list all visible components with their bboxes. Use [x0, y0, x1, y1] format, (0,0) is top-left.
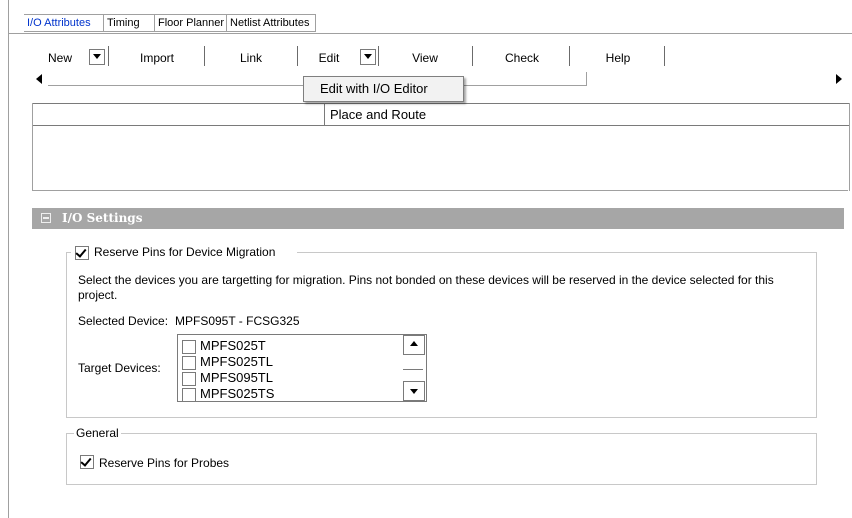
toolbar-separator: [664, 46, 665, 66]
edit-dropdown-menu: Edit with I/O Editor: [303, 76, 464, 102]
link-button[interactable]: Link: [208, 50, 294, 66]
reserve-probes-label: Reserve Pins for Probes: [99, 456, 230, 470]
io-settings-title: I/O Settings: [62, 211, 143, 225]
target-device-name: MPFS025T: [200, 338, 266, 353]
selected-device-label: Selected Device:: [78, 314, 169, 328]
import-button[interactable]: Import: [112, 50, 202, 66]
reserve-migration-checkbox[interactable]: [75, 246, 89, 260]
table-bottom-border: [32, 190, 848, 191]
target-device-name: MPFS025TS: [200, 386, 275, 401]
toolbar-separator: [108, 46, 109, 66]
table-header: Place and Route: [33, 103, 849, 126]
scroll-left-arrow-icon: [36, 74, 42, 84]
tab-timing[interactable]: Timing: [104, 14, 155, 32]
tab-divider: [8, 33, 852, 34]
target-device-checkbox[interactable]: [182, 356, 196, 370]
column-header-place-and-route[interactable]: Place and Route: [330, 106, 426, 123]
attributes-table: Place and Route: [32, 103, 850, 191]
reserve-migration-label: Reserve Pins for Device Migration: [94, 245, 276, 259]
scroll-up-arrow-icon[interactable]: [403, 335, 425, 355]
help-button[interactable]: Help: [573, 50, 663, 66]
scroll-down-arrow-icon[interactable]: [403, 381, 425, 401]
collapse-icon[interactable]: [41, 213, 51, 223]
new-button[interactable]: New: [32, 50, 88, 66]
target-device-checkbox[interactable]: [182, 388, 196, 401]
target-devices-label: Target Devices:: [78, 361, 161, 375]
selected-device-value: MPFS095T - FCSG325: [175, 314, 300, 328]
toolbar-separator: [204, 46, 205, 66]
tab-strip: I/O Attributes Timing Floor Planner Netl…: [24, 14, 316, 32]
view-button[interactable]: View: [382, 50, 468, 66]
list-scrollbar[interactable]: [403, 335, 425, 401]
edit-button[interactable]: Edit: [301, 50, 357, 66]
toolbar: New Import Link Edit View Check Help: [32, 46, 842, 72]
column-separator[interactable]: [324, 104, 325, 125]
general-legend: General: [74, 426, 121, 440]
target-device-name: MPFS025TL: [200, 354, 273, 369]
tab-floor-planner[interactable]: Floor Planner: [155, 14, 227, 32]
check-button[interactable]: Check: [476, 50, 568, 66]
edit-dropdown-arrow-icon[interactable]: [360, 49, 376, 65]
toolbar-separator: [297, 46, 298, 66]
menu-item-edit-with-io-editor[interactable]: Edit with I/O Editor: [320, 80, 428, 98]
new-dropdown-arrow-icon[interactable]: [89, 49, 105, 65]
toolbar-scroll-left[interactable]: [32, 72, 48, 86]
migration-description: Select the devices you are targetting fo…: [78, 273, 774, 302]
target-device-checkbox[interactable]: [182, 372, 196, 386]
target-device-name: MPFS095TL: [200, 370, 273, 385]
target-devices-list[interactable]: MPFS025T MPFS025TL MPFS095TL MPFS025TS: [177, 334, 427, 402]
io-settings-header[interactable]: I/O Settings: [32, 208, 844, 229]
target-device-checkbox[interactable]: [182, 340, 196, 354]
toolbar-separator: [378, 46, 379, 66]
tab-netlist-attributes[interactable]: Netlist Attributes: [227, 14, 316, 32]
tab-io-attributes[interactable]: I/O Attributes: [24, 14, 104, 32]
toolbar-separator: [472, 46, 473, 66]
scroll-right-arrow-icon: [836, 74, 842, 84]
window-left-border: [8, 0, 9, 518]
migration-group-legend: Reserve Pins for Device Migration: [71, 245, 297, 261]
scroll-thumb[interactable]: [403, 355, 423, 370]
reserve-probes-checkbox[interactable]: [80, 455, 94, 469]
toolbar-separator: [569, 46, 570, 66]
toolbar-scroll-right[interactable]: [830, 72, 846, 86]
